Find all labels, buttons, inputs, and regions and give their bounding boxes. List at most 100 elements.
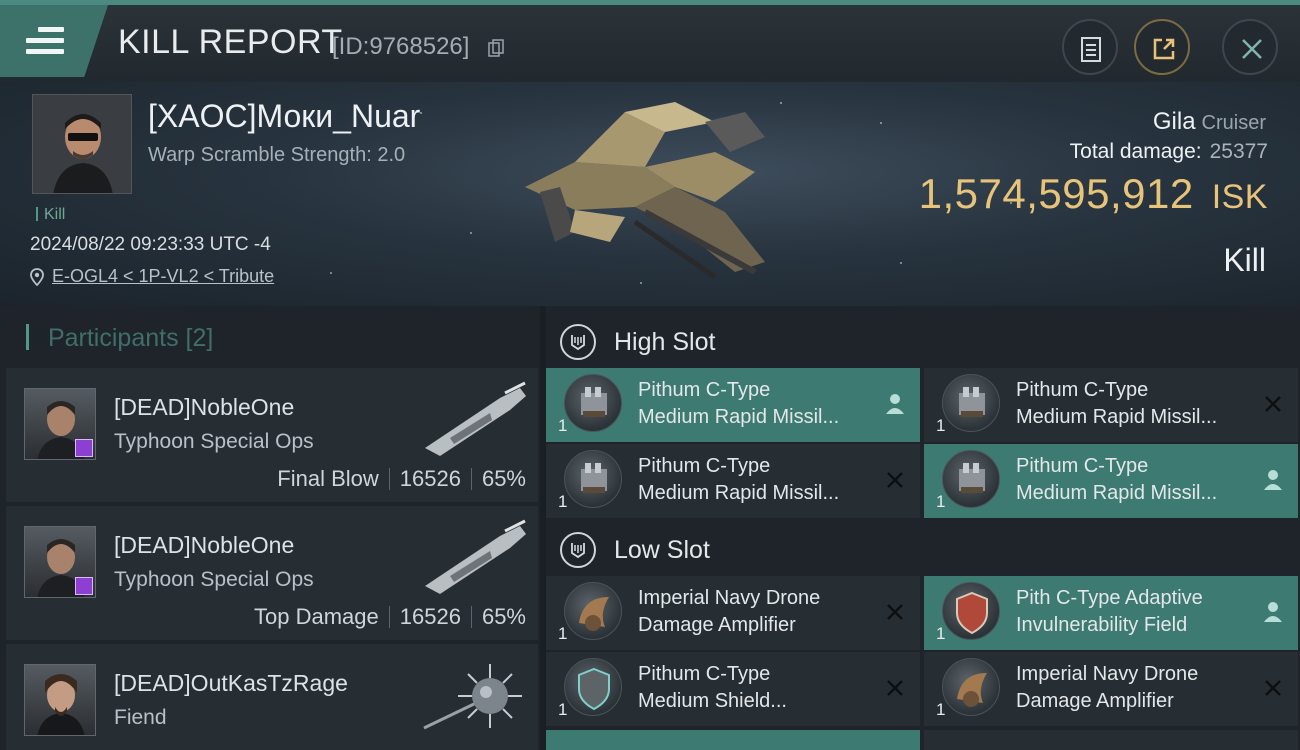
location-text[interactable]: E-OGL4 < 1P-VL2 < Tribute [52,266,274,287]
ship-name: Gila [1152,108,1196,135]
module-name-line2: Medium Rapid Missil... [638,482,840,504]
shield-extender-icon [564,658,622,716]
module-name-line2: Medium Rapid Missil... [1016,406,1218,428]
shield-field-icon [942,582,1000,640]
participants-count: [2] [185,324,214,352]
total-damage: Total damage: 25377 [1070,140,1268,164]
participant-name: [DEAD]NobleOne [114,532,295,558]
x-icon [1265,680,1281,696]
participant-name: [DEAD]OutKasTzRage [114,670,348,696]
participant-ship-image [425,381,526,456]
module-name-line1: Pithum C-Type [1016,379,1149,401]
share-button[interactable] [1134,19,1190,75]
module-name-line1: Pithum C-Type [638,663,771,685]
missile-launcher-icon [942,374,1000,432]
fitting-slots-panel: High Slot 1 Pithum C-Type Medium Rapid M… [546,306,1300,750]
participant-ship-image [423,664,522,730]
participant-role: Final Blow [277,466,379,491]
module-low-3[interactable]: 1 Pithum C-Type Medium Shield... [546,652,920,726]
isk-value: 1,574,595,912 ISK [919,170,1268,218]
participant-portrait [24,526,96,598]
participant-card[interactable]: [DEAD]NobleOne Typhoon Special Ops Top D… [6,506,538,640]
module-low-5-partial[interactable] [546,730,920,750]
close-icon [1242,39,1262,59]
participant-ship: Typhoon Special Ops [114,568,314,591]
module-qty: 1 [558,624,568,643]
participant-role: Top Damage [254,604,379,629]
low-slot-header: Low Slot [560,526,710,574]
person-icon [1264,602,1282,622]
module-name-line2: Medium Shield... [638,690,787,712]
participants-heading: Participants [2] [26,324,213,353]
module-high-2[interactable]: 1 Pithum C-Type Medium Rapid Missil... [924,368,1298,442]
participant-name: [DEAD]NobleOne [114,394,295,420]
module-high-3[interactable]: 1 Pithum C-Type Medium Rapid Missil... [546,444,920,518]
module-name-line2: Damage Amplifier [1016,690,1174,712]
isk-amount: 1,574,595,912 [918,170,1194,217]
module-low-6-partial[interactable] [924,730,1298,750]
module-name-line1: Pithum C-Type [1016,455,1149,477]
slot-icon [560,532,596,568]
module-low-2[interactable]: 1 Pith C-Type Adaptive Invulnerability F… [924,576,1298,650]
low-slot-label: Low Slot [614,535,710,564]
participant-ship: Typhoon Special Ops [114,430,314,453]
menu-icon [26,27,64,55]
module-high-1[interactable]: 1 Pithum C-Type Medium Rapid Missil... [546,368,920,442]
module-high-4[interactable]: 1 Pithum C-Type Medium Rapid Missil... [924,444,1298,518]
share-icon [1153,38,1175,60]
victim-name[interactable]: [XAOC]Моки_Nuar [148,98,420,135]
participant-portrait [24,388,96,460]
missile-launcher-icon [564,374,622,432]
close-button[interactable] [1222,19,1278,75]
module-name-line1: Pith C-Type Adaptive [1016,587,1203,609]
module-name-line2: Medium Rapid Missil... [638,406,840,428]
participant-card[interactable]: [DEAD]OutKasTzRage Fiend [6,644,538,750]
purple-badge-icon [75,439,93,457]
x-icon [887,604,903,620]
menu-button[interactable] [0,5,108,77]
person-icon [1264,470,1282,490]
copy-icon[interactable] [488,39,504,57]
high-slot-label: High Slot [614,327,716,356]
module-qty: 1 [936,624,946,643]
module-qty: 1 [936,700,946,719]
missile-launcher-icon [564,450,622,508]
slot-icon [560,324,596,360]
purple-badge-icon [75,577,93,595]
drone-amplifier-icon [942,658,1000,716]
participant-ship-image [425,519,526,594]
participant-card[interactable]: [DEAD]NobleOne Typhoon Special Ops Final… [6,368,538,502]
victim-ship[interactable]: Gila Cruiser [1153,108,1266,136]
page-title: KILL REPORT [118,23,343,61]
header-bar: KILL REPORT [ID:9768526] [0,0,1300,82]
clipboard-button[interactable] [1062,19,1118,75]
participant-percent: 65% [481,604,526,629]
victim-panel: [XAOC]Моки_Nuar Warp Scramble Strength: … [0,82,1300,306]
participant-ship: Fiend [114,706,167,729]
kill-location[interactable]: E-OGL4 < 1P-VL2 < Tribute [30,266,274,287]
module-qty: 1 [558,700,568,719]
module-name-line2: Invulnerability Field [1016,614,1188,636]
module-name-line1: Pithum C-Type [638,379,771,401]
victim-ship-image [525,102,765,280]
kill-datetime: 2024/08/22 09:23:33 UTC -4 [30,234,271,255]
participant-damage: 16526 [399,604,461,629]
kill-tag: Kill [36,206,65,224]
module-qty: 1 [936,492,946,511]
victim-portrait[interactable] [32,94,132,194]
participant-stats: Top Damage 16526 65% [254,604,526,630]
module-name-line1: Pithum C-Type [638,455,771,477]
module-name-line2: Damage Amplifier [638,614,796,636]
kill-result: Kill [1223,242,1266,278]
module-low-4[interactable]: 1 Imperial Navy Drone Damage Amplifier [924,652,1298,726]
drone-amplifier-icon [564,582,622,640]
participant-stats: Final Blow 16526 65% [277,466,526,492]
clipboard-icon [1081,37,1101,62]
isk-unit: ISK [1211,178,1268,216]
location-pin-icon [30,267,44,286]
module-low-1[interactable]: 1 Imperial Navy Drone Damage Amplifier [546,576,920,650]
missile-launcher-icon [942,450,1000,508]
module-qty: 1 [936,416,946,435]
participant-portrait [24,664,96,736]
high-slot-header: High Slot [560,318,715,366]
